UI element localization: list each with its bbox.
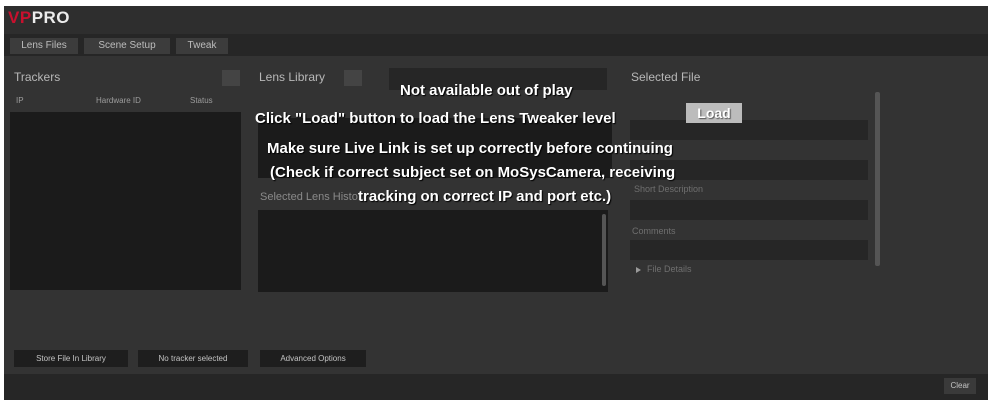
trackers-list[interactable] xyxy=(10,112,241,290)
selected-file-scrollbar[interactable] xyxy=(875,92,880,266)
tab-scene-setup[interactable]: Scene Setup xyxy=(84,38,170,54)
live-link-message-line1: Make sure Live Link is set up correctly … xyxy=(267,140,673,157)
selected-lens-history-list[interactable] xyxy=(258,210,608,292)
main-panel: Trackers IP Hardware ID Status Lens Libr… xyxy=(4,56,988,374)
load-button[interactable]: Load xyxy=(686,103,742,123)
tab-bar: Lens Files Scene Setup Tweak xyxy=(4,34,988,56)
short-description-field[interactable] xyxy=(630,200,868,220)
expand-arrow-icon xyxy=(636,266,641,273)
lens-library-refresh-button[interactable] xyxy=(344,70,362,86)
lens-library-title: Lens Library xyxy=(259,70,326,84)
live-link-message-line2: (Check if correct subject set on MoSysCa… xyxy=(270,164,676,181)
selected-file-title: Selected File xyxy=(631,70,701,84)
app-window: VPPRO Lens Files Scene Setup Tweak Track… xyxy=(4,6,988,400)
logo-vp-text: VP xyxy=(8,8,32,27)
tab-lens-files[interactable]: Lens Files xyxy=(10,38,78,54)
trackers-refresh-button[interactable] xyxy=(222,70,240,86)
short-description-label: Short Description xyxy=(634,184,704,194)
advanced-options-button[interactable]: Advanced Options xyxy=(260,350,366,367)
trackers-col-status: Status xyxy=(190,96,213,105)
logo-pro-text: PRO xyxy=(31,8,71,27)
file-details-expander[interactable]: File Details xyxy=(636,264,692,274)
selected-lens-history-title: Selected Lens Histo... xyxy=(260,191,368,203)
trackers-col-ip: IP xyxy=(16,96,24,105)
not-available-message: Not available out of play xyxy=(400,82,573,99)
file-details-label: File Details xyxy=(647,264,692,274)
selected-lens-history-scrollbar[interactable] xyxy=(602,214,606,286)
file-name-field[interactable] xyxy=(630,120,868,140)
trackers-title: Trackers xyxy=(14,70,61,84)
store-file-button[interactable]: Store File In Library xyxy=(14,350,128,367)
tracker-select-button[interactable]: No tracker selected xyxy=(138,350,248,367)
click-load-message: Click "Load" button to load the Lens Twe… xyxy=(255,110,616,127)
clear-button[interactable]: Clear xyxy=(944,378,976,394)
live-link-message-line3: tracking on correct IP and port etc.) xyxy=(358,188,612,205)
comments-field[interactable] xyxy=(630,240,868,260)
footer-bar: Clear xyxy=(4,374,988,400)
tab-tweak[interactable]: Tweak xyxy=(176,38,228,54)
trackers-col-hardware-id: Hardware ID xyxy=(96,96,141,105)
vppro-logo: VPPRO xyxy=(8,8,70,28)
comments-label: Comments xyxy=(632,226,676,236)
